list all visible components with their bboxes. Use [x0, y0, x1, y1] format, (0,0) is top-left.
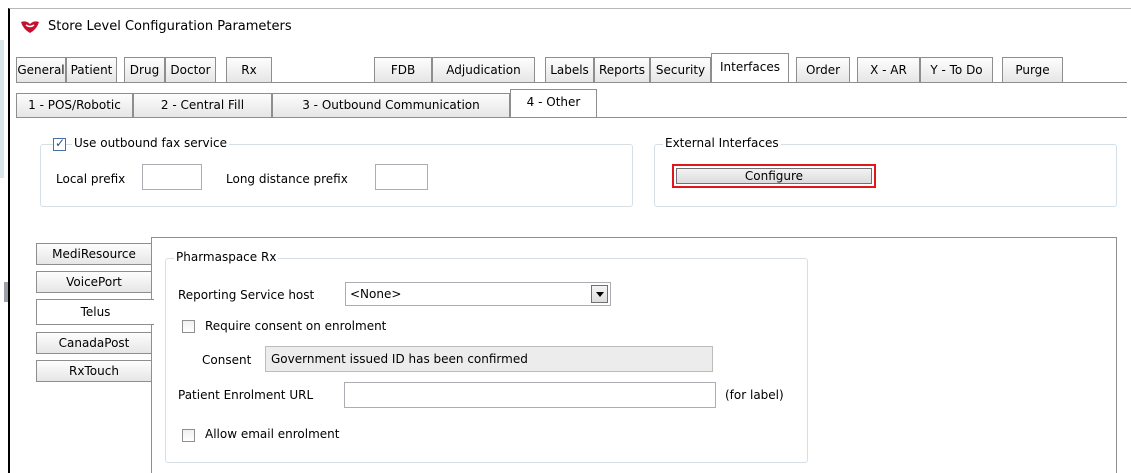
require-consent-checkbox[interactable] — [182, 320, 195, 333]
tab-patient[interactable]: Patient — [66, 57, 117, 82]
side-tab-voiceport[interactable]: VoicePort — [36, 271, 151, 293]
allow-email-enrolment-label: Allow email enrolment — [205, 427, 340, 441]
long-distance-prefix-label: Long distance prefix — [226, 172, 348, 186]
sub-tab-divider — [16, 117, 1127, 118]
tab-rx[interactable]: Rx — [226, 57, 272, 82]
consent-label: Consent — [202, 353, 252, 367]
local-prefix-label: Local prefix — [56, 172, 126, 186]
consent-value: Government issued ID has been confirmed — [271, 352, 528, 366]
use-outbound-fax-label: Use outbound fax service — [72, 136, 229, 150]
background-window-edge — [0, 40, 4, 178]
for-label-note: (for label) — [725, 388, 784, 402]
tab-other[interactable]: 4 - Other — [510, 89, 597, 118]
tab-security[interactable]: Security — [650, 57, 711, 82]
reporting-host-select[interactable]: <None> — [345, 282, 611, 306]
require-consent-label: Require consent on enrolment — [205, 319, 387, 333]
tab-reports[interactable]: Reports — [594, 57, 650, 82]
tab-doctor[interactable]: Doctor — [165, 57, 216, 82]
tab-pos-robotic[interactable]: 1 - POS/Robotic — [16, 93, 133, 117]
tab-fdb[interactable]: FDB — [374, 57, 432, 82]
dropdown-arrow-icon[interactable] — [591, 285, 608, 303]
tab-outbound-communication[interactable]: 3 - Outbound Communication — [272, 93, 510, 117]
side-tab-telus[interactable]: Telus — [36, 299, 154, 325]
side-tab-canadapost[interactable]: CanadaPost — [36, 332, 151, 354]
tab-order[interactable]: Order — [796, 57, 850, 82]
tab-interfaces[interactable]: Interfaces — [711, 53, 789, 83]
tab-divider — [16, 82, 1127, 83]
tab-central-fill[interactable]: 2 - Central Fill — [133, 93, 272, 117]
pharmaspace-label: Pharmaspace Rx — [174, 250, 279, 264]
tab-purge[interactable]: Purge — [1002, 57, 1063, 82]
patient-enrolment-url-label: Patient Enrolment URL — [178, 388, 314, 402]
reporting-host-value: <None> — [350, 287, 402, 301]
tab-labels[interactable]: Labels — [545, 57, 594, 82]
window-title: Store Level Configuration Parameters — [48, 19, 292, 34]
external-interfaces-label: External Interfaces — [663, 136, 781, 150]
reporting-host-label: Reporting Service host — [178, 288, 315, 302]
local-prefix-input[interactable] — [142, 164, 202, 190]
configure-button-label: Configure — [676, 168, 872, 184]
configure-button[interactable]: Configure — [672, 164, 876, 188]
long-distance-prefix-input[interactable] — [375, 164, 428, 190]
patient-enrolment-url-input[interactable] — [344, 382, 716, 408]
tab-drug[interactable]: Drug — [124, 57, 165, 82]
tab-y-to-do[interactable]: Y - To Do — [920, 57, 993, 82]
use-outbound-fax-checkbox[interactable] — [53, 136, 66, 151]
allow-email-enrolment-checkbox[interactable] — [182, 429, 195, 442]
tab-adjudication[interactable]: Adjudication — [432, 57, 535, 82]
tab-x-ar[interactable]: X - AR — [857, 57, 920, 82]
app-logo-icon — [21, 21, 39, 33]
consent-field: Government issued ID has been confirmed — [265, 346, 713, 372]
side-tab-mediresource[interactable]: MediResource — [36, 243, 151, 265]
tab-general[interactable]: General — [16, 57, 66, 82]
side-tab-rxtouch[interactable]: RxTouch — [36, 360, 151, 382]
